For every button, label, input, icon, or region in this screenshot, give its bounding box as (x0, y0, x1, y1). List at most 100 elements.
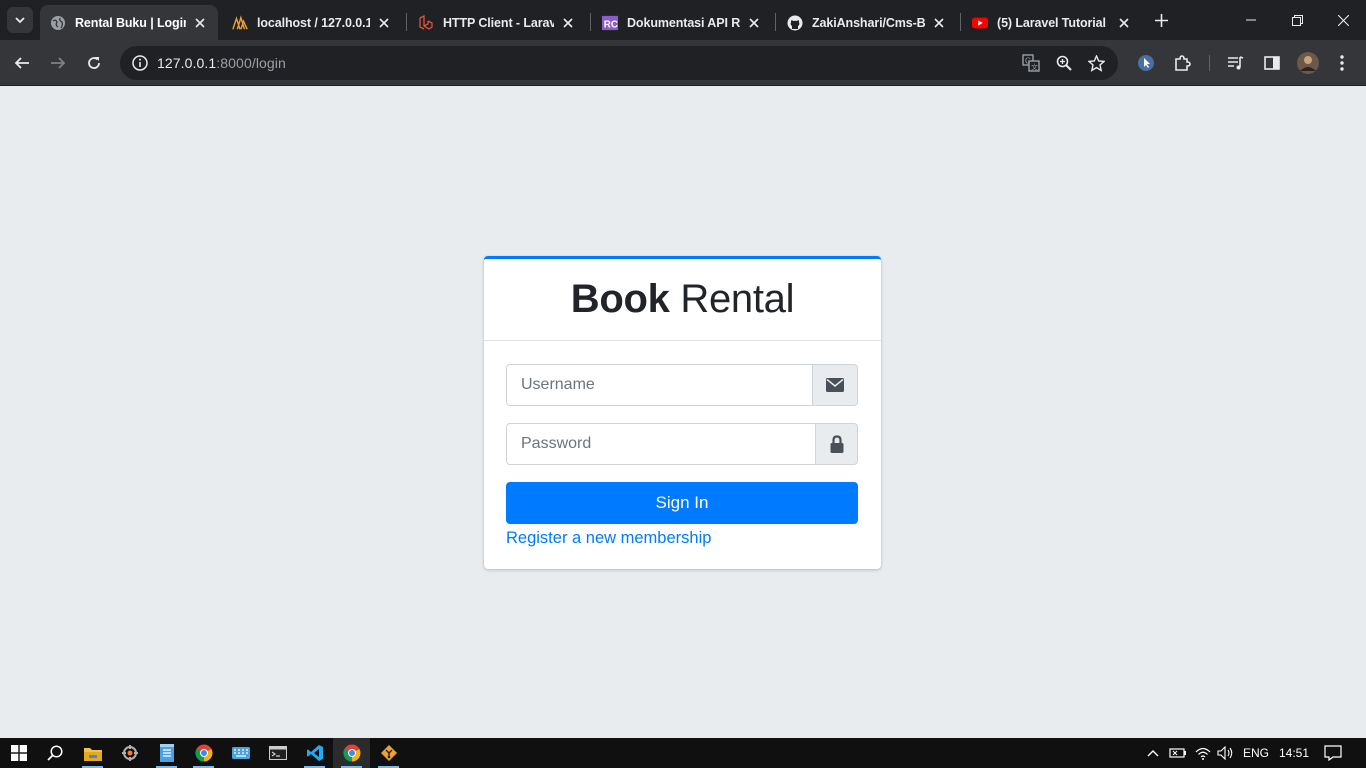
close-icon (1337, 14, 1349, 26)
svg-text:RC: RC (604, 19, 618, 30)
terminal-icon (268, 746, 287, 760)
brand-title[interactable]: Book Rental (570, 277, 795, 322)
youtube-icon (972, 15, 988, 31)
laravel-icon (418, 14, 434, 31)
side-panel-button[interactable] (1258, 49, 1286, 77)
tray-network-button[interactable] (1192, 738, 1214, 768)
profile-button[interactable] (1294, 49, 1322, 77)
rc-icon: RC (602, 15, 618, 31)
tab-title: localhost / 127.0.0.1 | (257, 15, 370, 30)
notepad-icon (159, 744, 174, 762)
username-group: Username (506, 364, 858, 406)
tray-language[interactable]: ENG (1240, 738, 1272, 768)
tab-separator (590, 13, 591, 31)
password-group: Password (506, 423, 858, 465)
kebab-menu-icon (1340, 55, 1344, 71)
speaker-icon (1217, 746, 1233, 760)
tray-clock[interactable]: 14:51 (1276, 738, 1312, 768)
phpmyadmin-icon (232, 14, 248, 31)
toolbar-separator (1209, 55, 1210, 71)
taskbar-keyboard[interactable] (222, 738, 259, 768)
new-tab-button[interactable] (1151, 10, 1171, 30)
register-link[interactable]: Register a new membership (506, 529, 711, 548)
bookmark-star-icon[interactable] (1084, 51, 1108, 75)
media-queue-icon (1228, 56, 1244, 70)
info-icon[interactable] (128, 51, 152, 75)
back-button[interactable] (8, 49, 36, 77)
username-input[interactable]: Username (506, 364, 812, 406)
taskbar-file-explorer[interactable] (74, 738, 111, 768)
tab-http-client[interactable]: HTTP Client - Laravel (408, 5, 586, 40)
tab-phpmyadmin[interactable]: localhost / 127.0.0.1 | (222, 5, 402, 40)
taskbar-chrome[interactable] (185, 738, 222, 768)
browser-menu-button[interactable] (1328, 49, 1356, 77)
extensions-button[interactable] (1168, 49, 1196, 77)
globe-icon (50, 15, 66, 31)
media-button[interactable] (1222, 49, 1250, 77)
chrome-icon (194, 744, 212, 762)
reload-icon (88, 57, 100, 69)
tab-github[interactable]: ZakiAnshari/Cms-Bo (777, 5, 957, 40)
login-card-header: Book Rental (484, 259, 881, 341)
close-icon[interactable] (376, 15, 392, 31)
git-icon (380, 745, 397, 761)
tab-search-button[interactable] (7, 7, 33, 33)
xampp-icon (121, 745, 138, 761)
tab-title: Rental Buku | Login (75, 15, 186, 30)
taskbar-xampp[interactable] (111, 738, 148, 768)
start-button[interactable] (0, 738, 37, 768)
forward-button[interactable] (44, 49, 72, 77)
extension-button[interactable] (1132, 49, 1160, 77)
minimize-icon (1246, 19, 1256, 21)
svg-text:文: 文 (1031, 63, 1038, 72)
notification-icon (1324, 745, 1342, 761)
url-text[interactable]: 127.0.0.1:8000/login (157, 55, 286, 71)
brand-bold: Book (570, 277, 670, 321)
tray-overflow-button[interactable] (1144, 738, 1162, 768)
puzzle-icon (1175, 55, 1191, 71)
taskbar-git[interactable] (370, 738, 407, 768)
taskbar-vscode[interactable] (296, 738, 333, 768)
zoom-icon[interactable] (1052, 51, 1076, 75)
keyboard-icon (231, 747, 250, 759)
close-icon[interactable] (931, 15, 947, 31)
close-icon[interactable] (192, 15, 208, 31)
password-placeholder: Password (521, 435, 592, 452)
side-panel-icon (1264, 56, 1280, 70)
tab-title: (5) Laravel Tutorial : I (997, 15, 1110, 30)
address-bar[interactable]: 127.0.0.1:8000/login G文 (120, 46, 1118, 80)
close-icon[interactable] (1116, 15, 1132, 31)
translate-icon[interactable]: G文 (1019, 51, 1043, 75)
close-icon[interactable] (746, 15, 762, 31)
restore-button[interactable] (1274, 0, 1320, 40)
windows-taskbar: ENG 14:51 (0, 738, 1366, 768)
sign-in-button[interactable]: Sign In (506, 482, 858, 524)
wifi-icon (1195, 747, 1211, 760)
tray-power-button[interactable] (1166, 738, 1190, 768)
github-icon (787, 15, 803, 31)
brand-rest: Rental (669, 277, 795, 321)
file-explorer-icon (83, 747, 102, 761)
taskbar-notepad[interactable] (148, 738, 185, 768)
browser-tabstrip: Rental Buku | Login localhost / 127.0.0.… (0, 0, 1366, 40)
password-addon (815, 423, 858, 465)
tray-notifications-button[interactable] (1318, 738, 1348, 768)
tab-rental-buku[interactable]: Rental Buku | Login (40, 5, 218, 40)
username-placeholder: Username (521, 376, 595, 393)
windows-start-icon (10, 745, 27, 761)
tab-youtube[interactable]: (5) Laravel Tutorial : I (962, 5, 1142, 40)
tab-title: HTTP Client - Laravel (443, 15, 554, 30)
tab-title: Dokumentasi API Ra (627, 15, 740, 30)
close-icon[interactable] (560, 15, 576, 31)
taskbar-chrome-active[interactable] (333, 738, 370, 768)
lock-icon (830, 435, 843, 453)
reload-button[interactable] (80, 49, 108, 77)
tray-volume-button[interactable] (1214, 738, 1238, 768)
taskbar-terminal[interactable] (259, 738, 296, 768)
arrow-right-icon (51, 57, 66, 69)
tab-dokumentasi-api[interactable]: RC Dokumentasi API Ra (592, 5, 772, 40)
close-window-button[interactable] (1320, 0, 1366, 40)
taskbar-search-button[interactable] (36, 738, 73, 768)
password-input[interactable]: Password (506, 423, 815, 465)
minimize-button[interactable] (1228, 0, 1274, 40)
